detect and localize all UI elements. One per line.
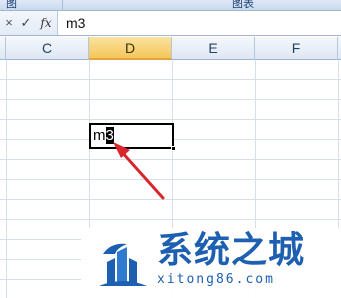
- formula-input[interactable]: m3: [66, 13, 336, 33]
- enter-icon[interactable]: ✓: [18, 14, 34, 32]
- ribbon-strip: 图 图表: [0, 0, 341, 11]
- column-header-d[interactable]: D: [89, 37, 172, 60]
- fill-handle[interactable]: [171, 146, 176, 151]
- cell-caret-character: 3: [105, 127, 114, 144]
- column-gridline: [6, 60, 7, 298]
- cell-text-before-caret: m: [93, 127, 106, 144]
- ribbon-separator: [62, 0, 63, 11]
- formula-bar: × ✓ fx m3: [0, 11, 341, 36]
- active-cell-value: m3: [93, 126, 114, 146]
- column-header-f[interactable]: F: [255, 37, 338, 60]
- city-logo-icon: [99, 243, 147, 286]
- ribbon-group-label-charts: 图表: [232, 0, 254, 10]
- ribbon-group-label-left: 图: [6, 0, 17, 10]
- column-header-c[interactable]: C: [6, 37, 89, 60]
- column-header-row: C D E F: [0, 37, 341, 60]
- cancel-icon[interactable]: ×: [2, 14, 16, 32]
- spreadsheet-window: 图 图表 × ✓ fx m3 C D E F m3 系统之城 xitong86.…: [0, 0, 341, 298]
- column-header-e[interactable]: E: [172, 37, 255, 60]
- watermark-url: xitong86.com: [157, 272, 275, 287]
- formula-tools: × ✓ fx: [0, 11, 58, 35]
- insert-function-icon[interactable]: fx: [38, 14, 54, 32]
- watermark-title: 系统之城: [157, 230, 306, 271]
